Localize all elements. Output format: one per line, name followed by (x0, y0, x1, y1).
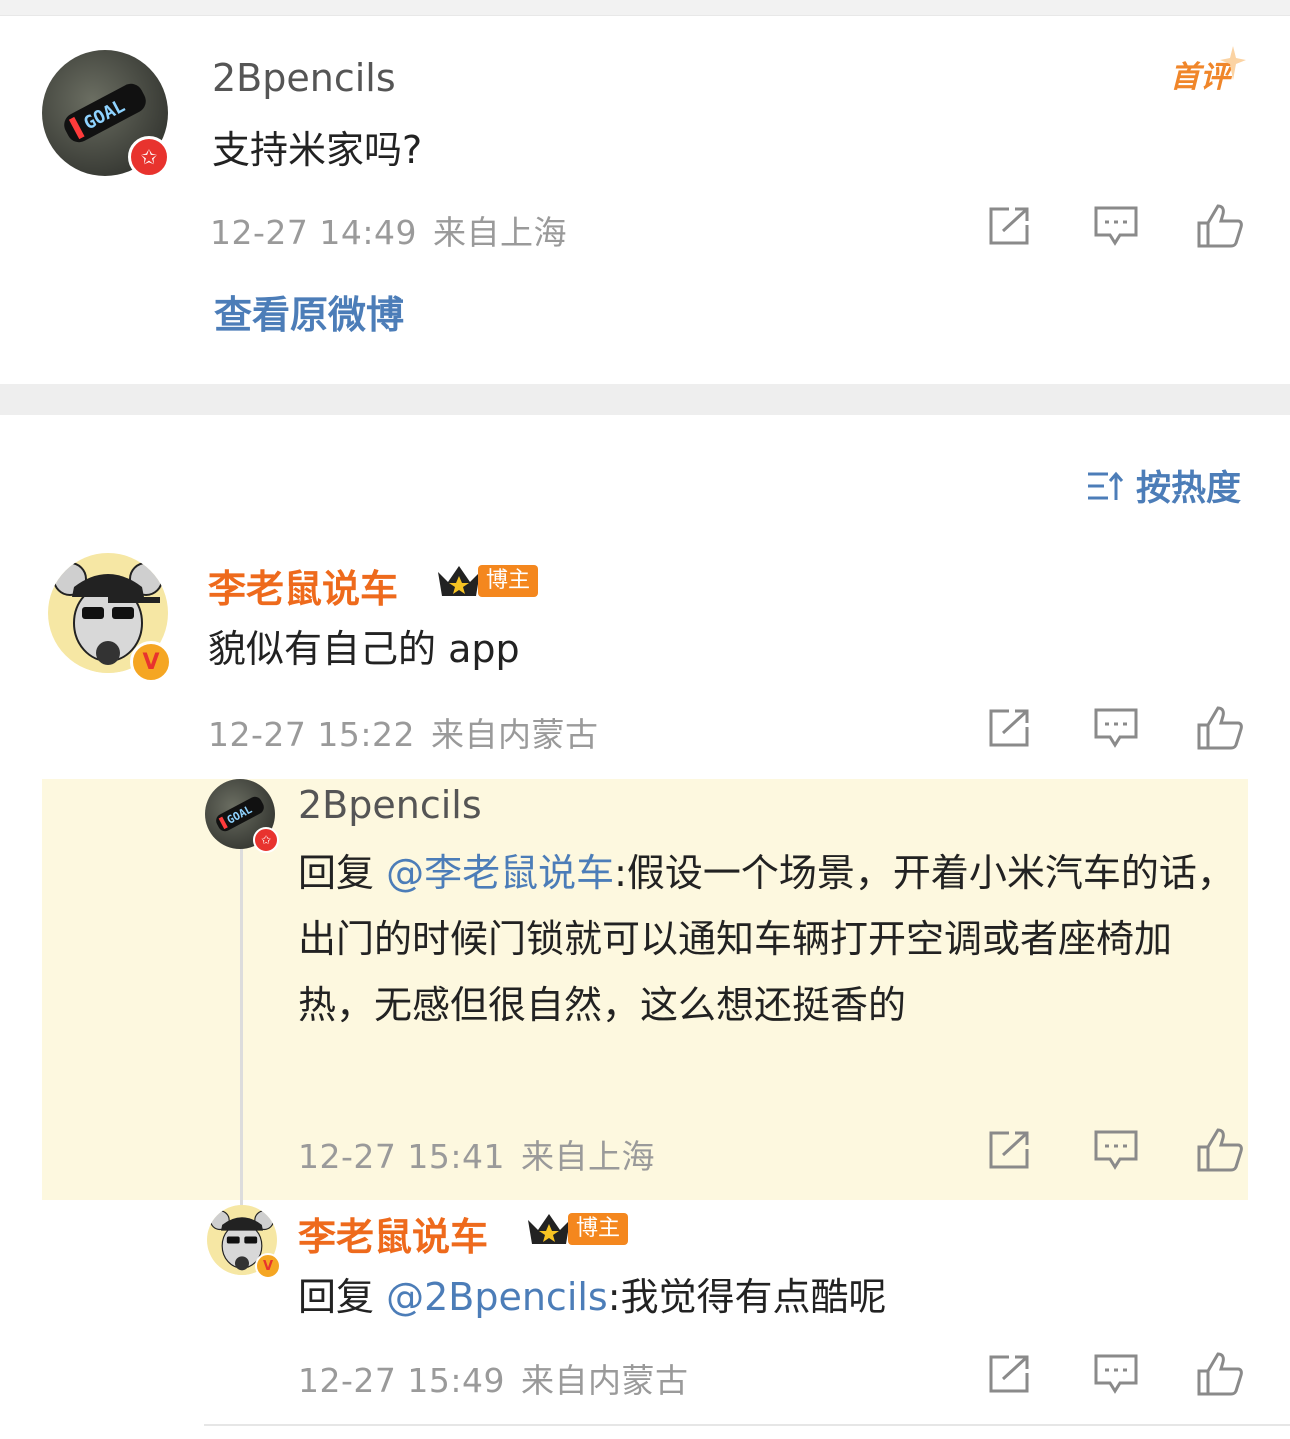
thread-line (240, 845, 243, 1205)
username[interactable]: 2Bpencils (298, 783, 482, 827)
comment-location: 来自内蒙古 (430, 715, 599, 754)
username[interactable]: 2Bpencils (212, 56, 396, 100)
comment-icon[interactable] (1092, 704, 1140, 752)
view-original-link[interactable]: 查看原微博 (214, 284, 404, 339)
avatar[interactable]: V (207, 1205, 281, 1279)
avatar[interactable]: V (48, 553, 172, 683)
reply-meta: 12-27 15:41 来自上海 (298, 1130, 655, 1178)
verified-icon: V (130, 641, 172, 683)
section-divider (0, 384, 1290, 415)
reply-prefix: 回复 (298, 851, 387, 895)
reply-location: 来自内蒙古 (520, 1361, 689, 1400)
reply-meta: 12-27 15:49 来自内蒙古 (298, 1354, 688, 1402)
sort-label: 按热度 (1136, 469, 1242, 509)
post-location: 来自上海 (432, 213, 567, 252)
sparkle-icon (1220, 46, 1246, 80)
username[interactable]: 李老鼠说车 (208, 558, 398, 613)
comment-text: 貌似有自己的 app (208, 627, 520, 671)
share-icon[interactable] (986, 1350, 1034, 1398)
reply-body: :我觉得有点酷呢 (607, 1275, 887, 1319)
reply-time: 12-27 15:49 (298, 1361, 505, 1400)
comment-icon[interactable] (1092, 202, 1140, 250)
like-icon[interactable] (1196, 704, 1244, 752)
share-icon[interactable] (986, 1126, 1034, 1174)
comment-time: 12-27 15:22 (208, 715, 415, 754)
share-icon[interactable] (986, 202, 1034, 250)
reply-location: 来自上海 (520, 1137, 655, 1176)
comment-icon[interactable] (1092, 1350, 1140, 1398)
post-text: 支持米家吗? (212, 128, 423, 172)
reply-prefix: 回复 (298, 1275, 387, 1319)
sort-icon (1088, 471, 1124, 500)
avatar[interactable]: GOAL ✩ (205, 779, 279, 853)
sort-button[interactable]: 按热度 (1086, 460, 1241, 511)
like-icon[interactable] (1196, 202, 1244, 250)
reply-time: 12-27 15:41 (298, 1137, 505, 1176)
post-time: 12-27 14:49 (210, 213, 417, 252)
mention-link[interactable]: @李老鼠说车 (386, 851, 614, 895)
verified-icon: V (255, 1253, 281, 1279)
like-icon[interactable] (1196, 1126, 1244, 1174)
crown-icon (438, 566, 480, 596)
username[interactable]: 李老鼠说车 (298, 1206, 488, 1261)
reply-text: 回复 @2Bpencils:我觉得有点酷呢 (298, 1264, 887, 1330)
post-meta: 12-27 14:49 来自上海 (210, 206, 567, 254)
blogger-badge: 博主 (524, 1210, 629, 1248)
verified-icon: ✩ (253, 827, 279, 853)
blogger-badge-label: 博主 (478, 565, 539, 597)
mention-link[interactable]: @2Bpencils (386, 1275, 608, 1319)
verified-icon: ✩ (128, 136, 170, 178)
avatar[interactable]: GOAL ✩ (42, 50, 170, 178)
top-strip (0, 0, 1290, 16)
divider (204, 1424, 1290, 1426)
crown-icon (528, 1214, 570, 1244)
share-icon[interactable] (986, 704, 1034, 752)
reply-text: 回复 @李老鼠说车:假设一个场景，开着小米汽车的话，出门的时候门锁就可以通知车辆… (298, 840, 1242, 1038)
blogger-badge-label: 博主 (568, 1213, 629, 1245)
like-icon[interactable] (1196, 1350, 1244, 1398)
blogger-badge: 博主 (434, 562, 539, 600)
comment-icon[interactable] (1092, 1126, 1140, 1174)
comment-meta: 12-27 15:22 来自内蒙古 (208, 708, 598, 756)
